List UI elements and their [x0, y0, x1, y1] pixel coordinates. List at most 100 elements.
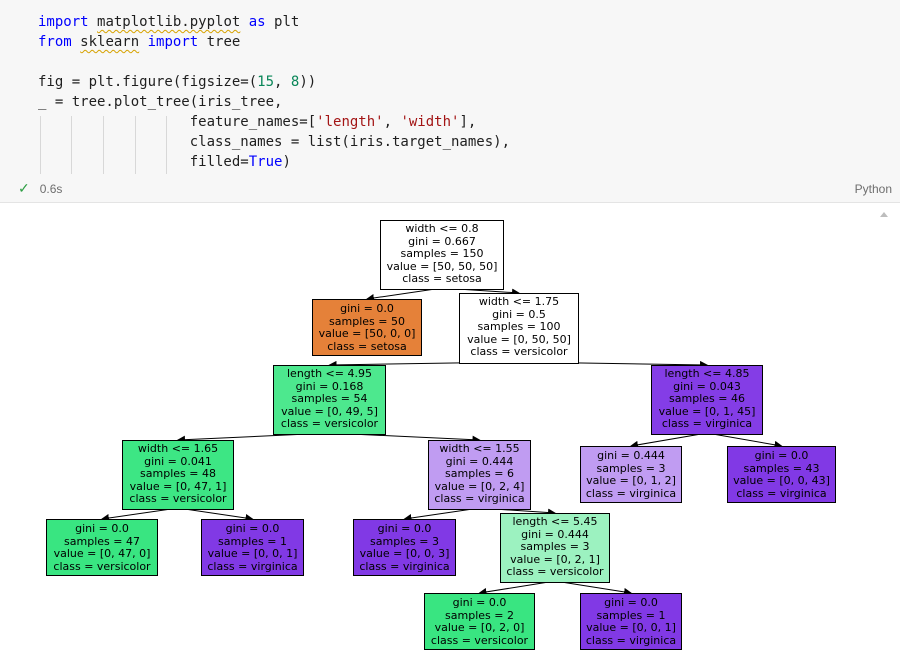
tree-node-text: gini = 0.444	[597, 449, 665, 462]
code-token: plt	[265, 14, 300, 30]
tree-node-text: class = versicolor	[506, 565, 604, 578]
tree-node-text: class = virginica	[434, 492, 525, 505]
code-line: import matplotlib.pyplot as plt	[38, 12, 510, 32]
tree-node-text: class = versicolor	[129, 492, 227, 505]
tree-node-text: gini = 0.0	[754, 449, 809, 462]
tree-node-text: samples = 48	[140, 467, 216, 480]
check-icon: ✓	[18, 180, 30, 196]
code-token: )	[282, 154, 291, 170]
tree-node-text: class = virginica	[661, 417, 753, 430]
tree-node-text: class = versicolor	[53, 559, 151, 573]
tree-node-text: gini = 0.0	[377, 522, 432, 535]
tree-node-text: width <= 1.75	[478, 295, 560, 308]
tree-node: gini = 0.444 samples = 3 value = [0, 1, 2]…	[580, 446, 682, 503]
tree-node: length <= 4.85 gini = 0.043 samples = 46 va…	[651, 365, 763, 435]
tree-node-text: value = [0, 0, 3]	[359, 547, 450, 560]
tree-node-text: value = [50, 0, 0]	[318, 327, 416, 340]
code-token: tree	[198, 34, 241, 50]
tree-node-text: samples = 150	[400, 247, 484, 260]
code-token: 'width'	[400, 114, 460, 130]
code-line: class_names = list(iris.target_names),	[38, 132, 510, 152]
tree-node: gini = 0.0 samples = 3 value = [0, 0, 3] cl…	[353, 519, 456, 576]
code-token: sklearn	[80, 34, 140, 50]
tree-node-text: samples = 54	[291, 392, 368, 405]
tree-node-text: length <= 4.95	[287, 367, 372, 380]
tree-node-text: class = virginica	[585, 633, 677, 647]
tree-node: gini = 0.0 samples = 50 value = [50, 0, 0]…	[312, 299, 422, 356]
tree-node: width <= 0.8 gini = 0.667 samples = 150 val…	[380, 220, 504, 290]
code-line: from sklearn import tree	[38, 32, 510, 52]
tree-node-text: class = setosa	[327, 339, 407, 353]
code-line: fig = plt.figure(figsize=(15, 8))	[38, 72, 510, 92]
tree-node-text: class = virginica	[585, 486, 677, 500]
tree-node-text: samples = 100	[477, 320, 561, 333]
execution-time: 0.6s	[39, 181, 63, 196]
tree-node-text: value = [0, 1, 2]	[586, 474, 676, 487]
tree-node-text: class = setosa	[402, 272, 482, 285]
code-token: ))	[299, 74, 317, 90]
code-token: matplotlib.pyplot	[97, 14, 241, 30]
cell-output: width <= 0.8 gini = 0.667 samples = 150 val…	[0, 203, 900, 653]
tree-node-text: class = versicolor	[280, 417, 379, 430]
code-token: ],	[459, 114, 477, 130]
tree-node-text: value = [0, 0, 1]	[207, 547, 298, 560]
code-cell[interactable]: import matplotlib.pyplot as plt from skle…	[0, 0, 900, 203]
tree-node-text: class = versicolor	[430, 633, 529, 647]
code-token: ,	[274, 74, 291, 90]
code-token: feature_names=[	[38, 114, 317, 130]
tree-node-text: width <= 1.65	[137, 442, 219, 455]
tree-node: width <= 1.65 gini = 0.041 samples = 48 val…	[122, 440, 234, 510]
code-token: True	[248, 154, 283, 170]
tree-node-text: class = virginica	[207, 559, 298, 573]
tree-node-text: samples = 3	[520, 540, 590, 553]
tree-node-text: value = [0, 2, 0]	[434, 621, 525, 634]
tree-node-text: class = virginica	[359, 559, 450, 573]
code-token: _ = tree.plot_tree(iris_tree,	[38, 94, 283, 110]
tree-node-text: gini = 0.0	[340, 302, 394, 315]
tree-node-text: length <= 5.45	[512, 515, 598, 528]
cell-language[interactable]: Python	[855, 182, 892, 196]
code-token: from	[38, 34, 72, 50]
tree-node-text: class = virginica	[736, 486, 827, 500]
tree-node-text: value = [0, 0, 43]	[733, 474, 830, 487]
tree-node: gini = 0.0 samples = 2 value = [0, 2, 0] cl…	[424, 593, 535, 650]
tree-node: width <= 1.75 gini = 0.5 samples = 100 valu…	[459, 293, 579, 364]
tree-node-text: width <= 0.8	[405, 222, 479, 235]
tree-node: gini = 0.0 samples = 47 value = [0, 47, 0]…	[46, 519, 158, 576]
tree-node: gini = 0.0 samples = 1 value = [0, 0, 1] cl…	[580, 593, 682, 650]
tree-node: width <= 1.55 gini = 0.444 samples = 6 valu…	[428, 440, 531, 510]
cell-status: ✓ 0.6s	[18, 180, 62, 197]
code-line: filled=True)	[38, 152, 510, 172]
tree-node-text: class = versicolor	[470, 345, 568, 358]
tree-node: length <= 4.95 gini = 0.168 samples = 54 va…	[273, 365, 386, 435]
code-token: filled=	[38, 154, 249, 170]
tree-node-text: value = [0, 0, 1]	[586, 621, 676, 634]
tree-node: gini = 0.0 samples = 1 value = [0, 0, 1] cl…	[201, 519, 304, 576]
tree-node-text: gini = 0.0	[452, 596, 507, 609]
tree-node-text: length <= 4.85	[664, 367, 750, 380]
code-token: import	[38, 14, 89, 30]
tree-node-text: samples = 46	[669, 392, 745, 405]
code-line: _ = tree.plot_tree(iris_tree,	[38, 92, 510, 112]
code-token: 'length'	[316, 114, 384, 130]
tree-node-text: gini = 0.0	[604, 596, 658, 609]
code-token: as	[248, 14, 266, 30]
code-line: feature_names=['length', 'width'],	[38, 112, 510, 132]
tree-node: length <= 5.45 gini = 0.444 samples = 3 val…	[500, 513, 610, 583]
tree-node-text: gini = 0.0	[75, 522, 129, 535]
tree-node-text: width <= 1.55	[439, 442, 520, 455]
code-token: fig = plt.figure(figsize=(	[38, 74, 258, 90]
code-token: 15	[257, 74, 275, 90]
tree-node-text: gini = 0.0	[225, 522, 280, 535]
code-token: import	[147, 34, 199, 50]
tree-node: gini = 0.0 samples = 43 value = [0, 0, 43]…	[727, 446, 836, 503]
code-token: ,	[383, 114, 401, 130]
code-token: class_names = list(iris.target_names),	[38, 134, 511, 150]
code-editor[interactable]: import matplotlib.pyplot as plt from skle…	[38, 12, 510, 172]
tree-node-text: samples = 6	[445, 467, 514, 480]
